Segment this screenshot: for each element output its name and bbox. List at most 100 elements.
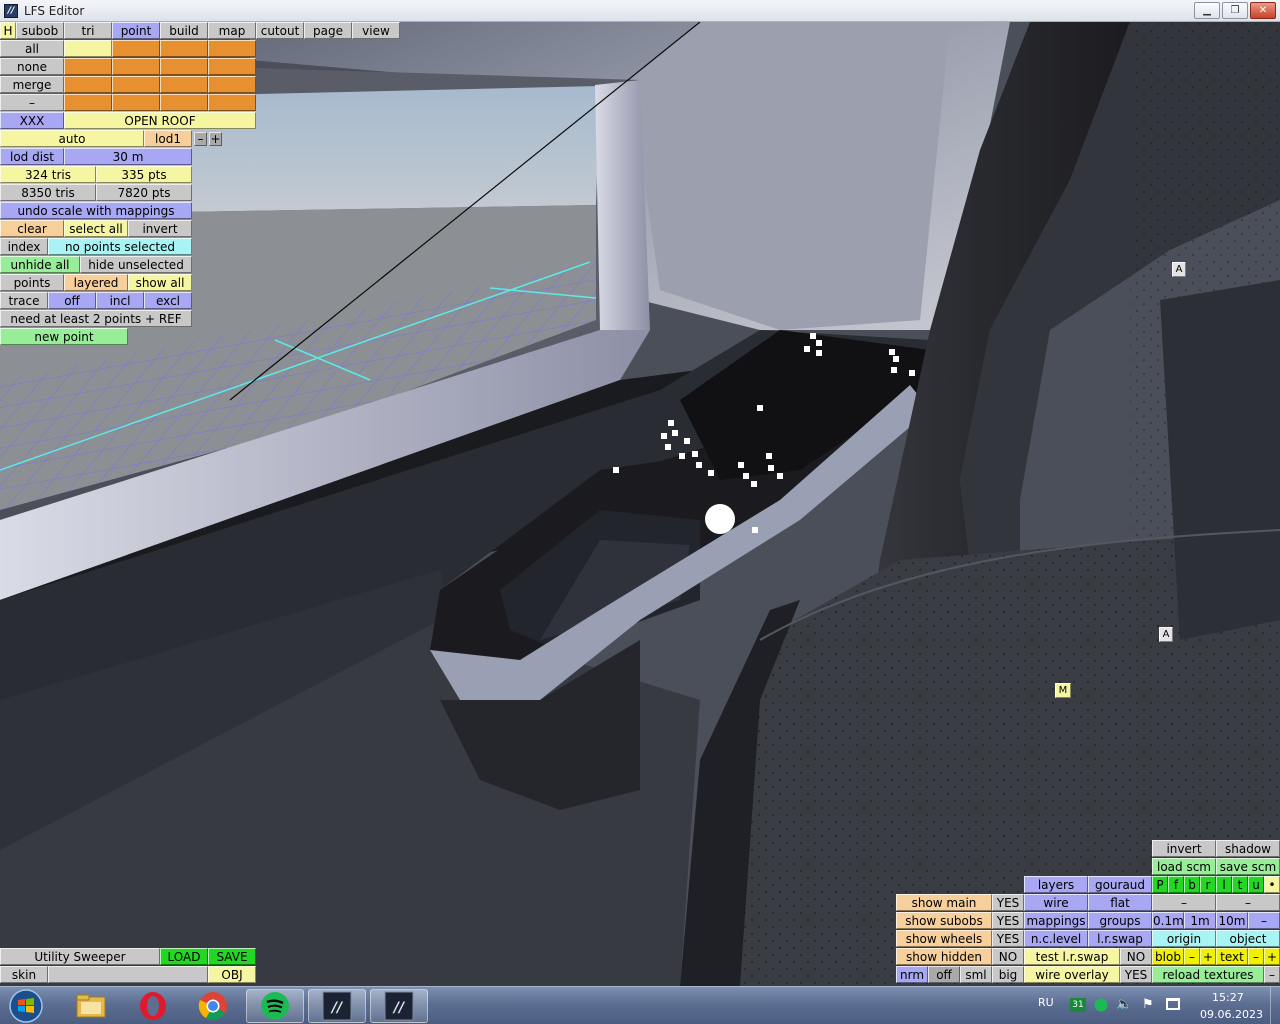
layered-button[interactable]: layered — [64, 274, 128, 291]
gouraud-button[interactable]: gouraud — [1088, 876, 1152, 893]
wire-button[interactable]: wire — [1024, 894, 1088, 911]
grid-1m-button[interactable]: 1m — [1184, 912, 1216, 929]
size-big-button[interactable]: big — [992, 966, 1024, 983]
minimize-button[interactable]: ▁ — [1194, 2, 1220, 19]
unhide-all-button[interactable]: unhide all — [0, 256, 80, 273]
test-lr-swap-toggle[interactable]: NO — [1120, 948, 1152, 965]
slot-button[interactable] — [208, 40, 256, 57]
slot-button[interactable] — [64, 40, 112, 57]
groups-button[interactable]: groups — [1088, 912, 1152, 929]
slot-button[interactable] — [208, 76, 256, 93]
reload-textures-button[interactable]: reload textures — [1152, 966, 1264, 983]
select-all-button[interactable]: all — [0, 40, 64, 57]
trace-excl-button[interactable]: excl — [144, 292, 192, 309]
view-b-button[interactable]: b — [1184, 876, 1200, 893]
skin-field[interactable] — [48, 966, 208, 983]
lod-plus-button[interactable]: + — [209, 132, 222, 146]
show-desktop-button[interactable] — [1270, 987, 1280, 1024]
slot-button[interactable] — [160, 40, 208, 57]
show-main-toggle[interactable]: YES — [992, 894, 1024, 911]
start-button[interactable] — [2, 989, 50, 1023]
grid-0-1m-button[interactable]: 0.1m — [1152, 912, 1184, 929]
slot-button[interactable] — [112, 58, 160, 75]
show-all-button[interactable]: show all — [128, 274, 192, 291]
mappings-button[interactable]: mappings — [1024, 912, 1088, 929]
slot-button[interactable] — [64, 76, 112, 93]
text-plus-button[interactable]: + — [1264, 948, 1280, 965]
spotify-tray-icon[interactable] — [1094, 998, 1108, 1012]
network-icon[interactable] — [1166, 998, 1180, 1010]
layers-button[interactable]: layers — [1024, 876, 1088, 893]
tab-build[interactable]: build — [160, 22, 208, 39]
view-f-button[interactable]: f — [1168, 876, 1184, 893]
grid-10m-button[interactable]: 10m — [1216, 912, 1248, 929]
object-button[interactable]: object — [1216, 930, 1280, 947]
slot-button[interactable] — [112, 76, 160, 93]
invert-selection-button[interactable]: invert — [128, 220, 192, 237]
trace-button[interactable]: trace — [0, 292, 48, 309]
action-center-flag-icon[interactable]: ⚑ — [1142, 997, 1154, 1012]
lod-button[interactable]: lod1 — [144, 130, 192, 147]
taskbar-chrome[interactable] — [184, 989, 242, 1023]
auto-button[interactable]: auto — [0, 130, 144, 147]
slot-button[interactable] — [208, 94, 256, 111]
merge-button[interactable]: merge — [0, 76, 64, 93]
select-none-button[interactable]: none — [0, 58, 64, 75]
taskbar-explorer[interactable] — [62, 989, 120, 1023]
clock-time[interactable]: 15:27 — [1212, 991, 1244, 1004]
slot-button[interactable] — [112, 40, 160, 57]
size-off-button[interactable]: off — [928, 966, 960, 983]
lod-dist-value[interactable]: 30 m — [64, 148, 192, 165]
show-hidden-toggle[interactable]: NO — [992, 948, 1024, 965]
show-subobs-toggle[interactable]: YES — [992, 912, 1024, 929]
points-button[interactable]: points — [0, 274, 64, 291]
3d-viewport[interactable]: A A M — [0, 22, 1280, 986]
clear-button[interactable]: clear — [0, 220, 64, 237]
wire-overlay-toggle[interactable]: YES — [1120, 966, 1152, 983]
trace-off-button[interactable]: off — [48, 292, 96, 309]
clock-date[interactable]: 09.06.2023 — [1200, 1008, 1263, 1021]
xxx-button[interactable]: XXX — [0, 112, 64, 129]
blob-plus-button[interactable]: + — [1200, 948, 1216, 965]
tab-page[interactable]: page — [304, 22, 352, 39]
view-l-button[interactable]: l — [1216, 876, 1232, 893]
tab-map[interactable]: map — [208, 22, 256, 39]
open-roof-button[interactable]: OPEN ROOF — [64, 112, 256, 129]
slot-button[interactable] — [160, 76, 208, 93]
tab-cutout[interactable]: cutout — [256, 22, 304, 39]
tab-point[interactable]: point — [112, 22, 160, 39]
origin-button[interactable]: origin — [1152, 930, 1216, 947]
restore-button[interactable]: ❐ — [1222, 2, 1248, 19]
slot-button[interactable] — [160, 58, 208, 75]
save-button[interactable]: SAVE — [208, 948, 256, 965]
calendar-icon[interactable]: 31 — [1070, 998, 1086, 1012]
size-nrm-button[interactable]: nrm — [896, 966, 928, 983]
trace-incl-button[interactable]: incl — [96, 292, 144, 309]
slot-button[interactable] — [64, 94, 112, 111]
close-button[interactable]: ✕ — [1250, 2, 1276, 19]
dash-button[interactable]: – — [0, 94, 64, 111]
taskbar-lfs-editor[interactable]: // — [308, 989, 366, 1023]
taskbar-lfs[interactable]: // — [370, 989, 428, 1023]
utility-sweeper-field[interactable]: Utility Sweeper — [0, 948, 160, 965]
new-point-button[interactable]: new point — [0, 328, 128, 345]
tab-subob[interactable]: subob — [16, 22, 64, 39]
skin-button[interactable]: skin — [0, 966, 48, 983]
slot-button[interactable] — [208, 58, 256, 75]
blob-minus-button[interactable]: – — [1184, 948, 1200, 965]
save-scm-button[interactable]: save scm — [1216, 858, 1280, 875]
reload-dash-button[interactable]: – — [1264, 966, 1280, 983]
tab-tri[interactable]: tri — [64, 22, 112, 39]
grid-off-button[interactable]: – — [1248, 912, 1280, 929]
index-button[interactable]: index — [0, 238, 48, 255]
flat-button[interactable]: flat — [1088, 894, 1152, 911]
dash-right-button[interactable]: – — [1216, 894, 1280, 911]
invert-view-button[interactable]: invert — [1152, 840, 1216, 857]
slot-button[interactable] — [160, 94, 208, 111]
hide-unselected-button[interactable]: hide unselected — [80, 256, 192, 273]
nc-level-button[interactable]: n.c.level — [1024, 930, 1088, 947]
load-scm-button[interactable]: load scm — [1152, 858, 1216, 875]
lod-minus-button[interactable]: – — [194, 132, 207, 146]
show-wheels-toggle[interactable]: YES — [992, 930, 1024, 947]
slot-button[interactable] — [64, 58, 112, 75]
